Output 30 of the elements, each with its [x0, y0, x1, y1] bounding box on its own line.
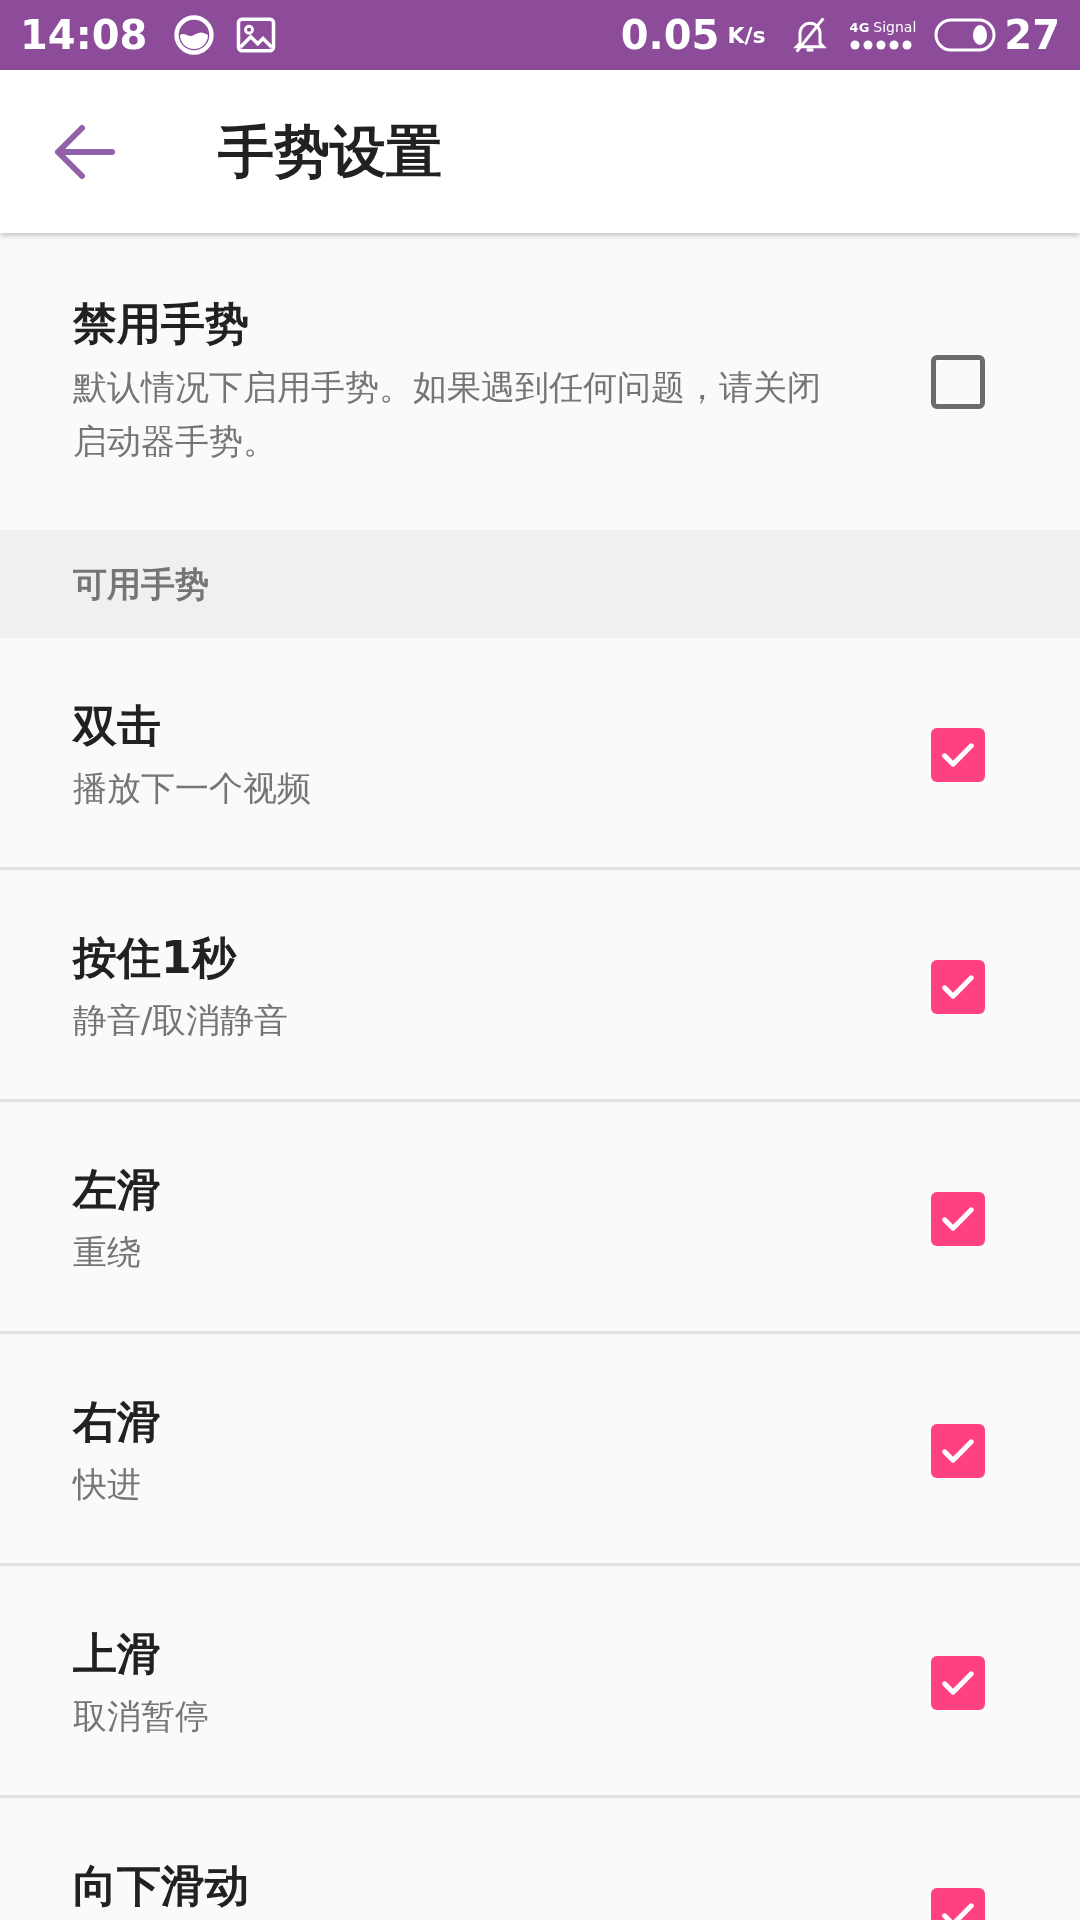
gesture-title: 按住1秒	[73, 931, 238, 985]
gesture-description: 静音/取消静音	[73, 999, 290, 1042]
network-type: 4G	[849, 21, 870, 34]
signal-dots-icon	[849, 40, 914, 50]
gesture-description: 重绕	[73, 1231, 142, 1274]
network-speed: 0.05	[620, 11, 720, 60]
battery-icon	[934, 18, 997, 52]
signal-label: Signal	[873, 20, 917, 34]
gesture-description: 快进	[73, 1463, 142, 1506]
gesture-title: 向下滑动	[73, 1859, 250, 1913]
checkbox[interactable]	[931, 728, 985, 782]
speed-unit: K/s	[727, 21, 766, 50]
gesture-title: 左滑	[73, 1163, 162, 1217]
gesture-title: 双击	[73, 699, 162, 753]
setting-description: 默认情况下启用手势。如果遇到任何问题，请关闭启动器手势。	[73, 365, 822, 463]
checkbox[interactable]	[931, 1424, 985, 1478]
page-title: 手势设置	[218, 117, 442, 186]
checkbox[interactable]	[931, 1656, 985, 1710]
data-saver-icon	[173, 14, 216, 56]
gesture-description: 播放下一个视频	[73, 767, 312, 810]
checkbox[interactable]	[931, 960, 985, 1014]
setting-title: 禁用手势	[73, 296, 250, 351]
gesture-description: 取消暂停	[73, 1695, 210, 1738]
gesture-title: 右滑	[73, 1395, 162, 1449]
battery-level: 27	[1004, 11, 1060, 60]
checkbox[interactable]	[931, 1192, 985, 1246]
gesture-title: 上滑	[73, 1627, 162, 1681]
section-title: 可用手势	[73, 562, 209, 606]
clock: 14:08	[20, 11, 148, 60]
checkbox[interactable]	[931, 354, 985, 409]
